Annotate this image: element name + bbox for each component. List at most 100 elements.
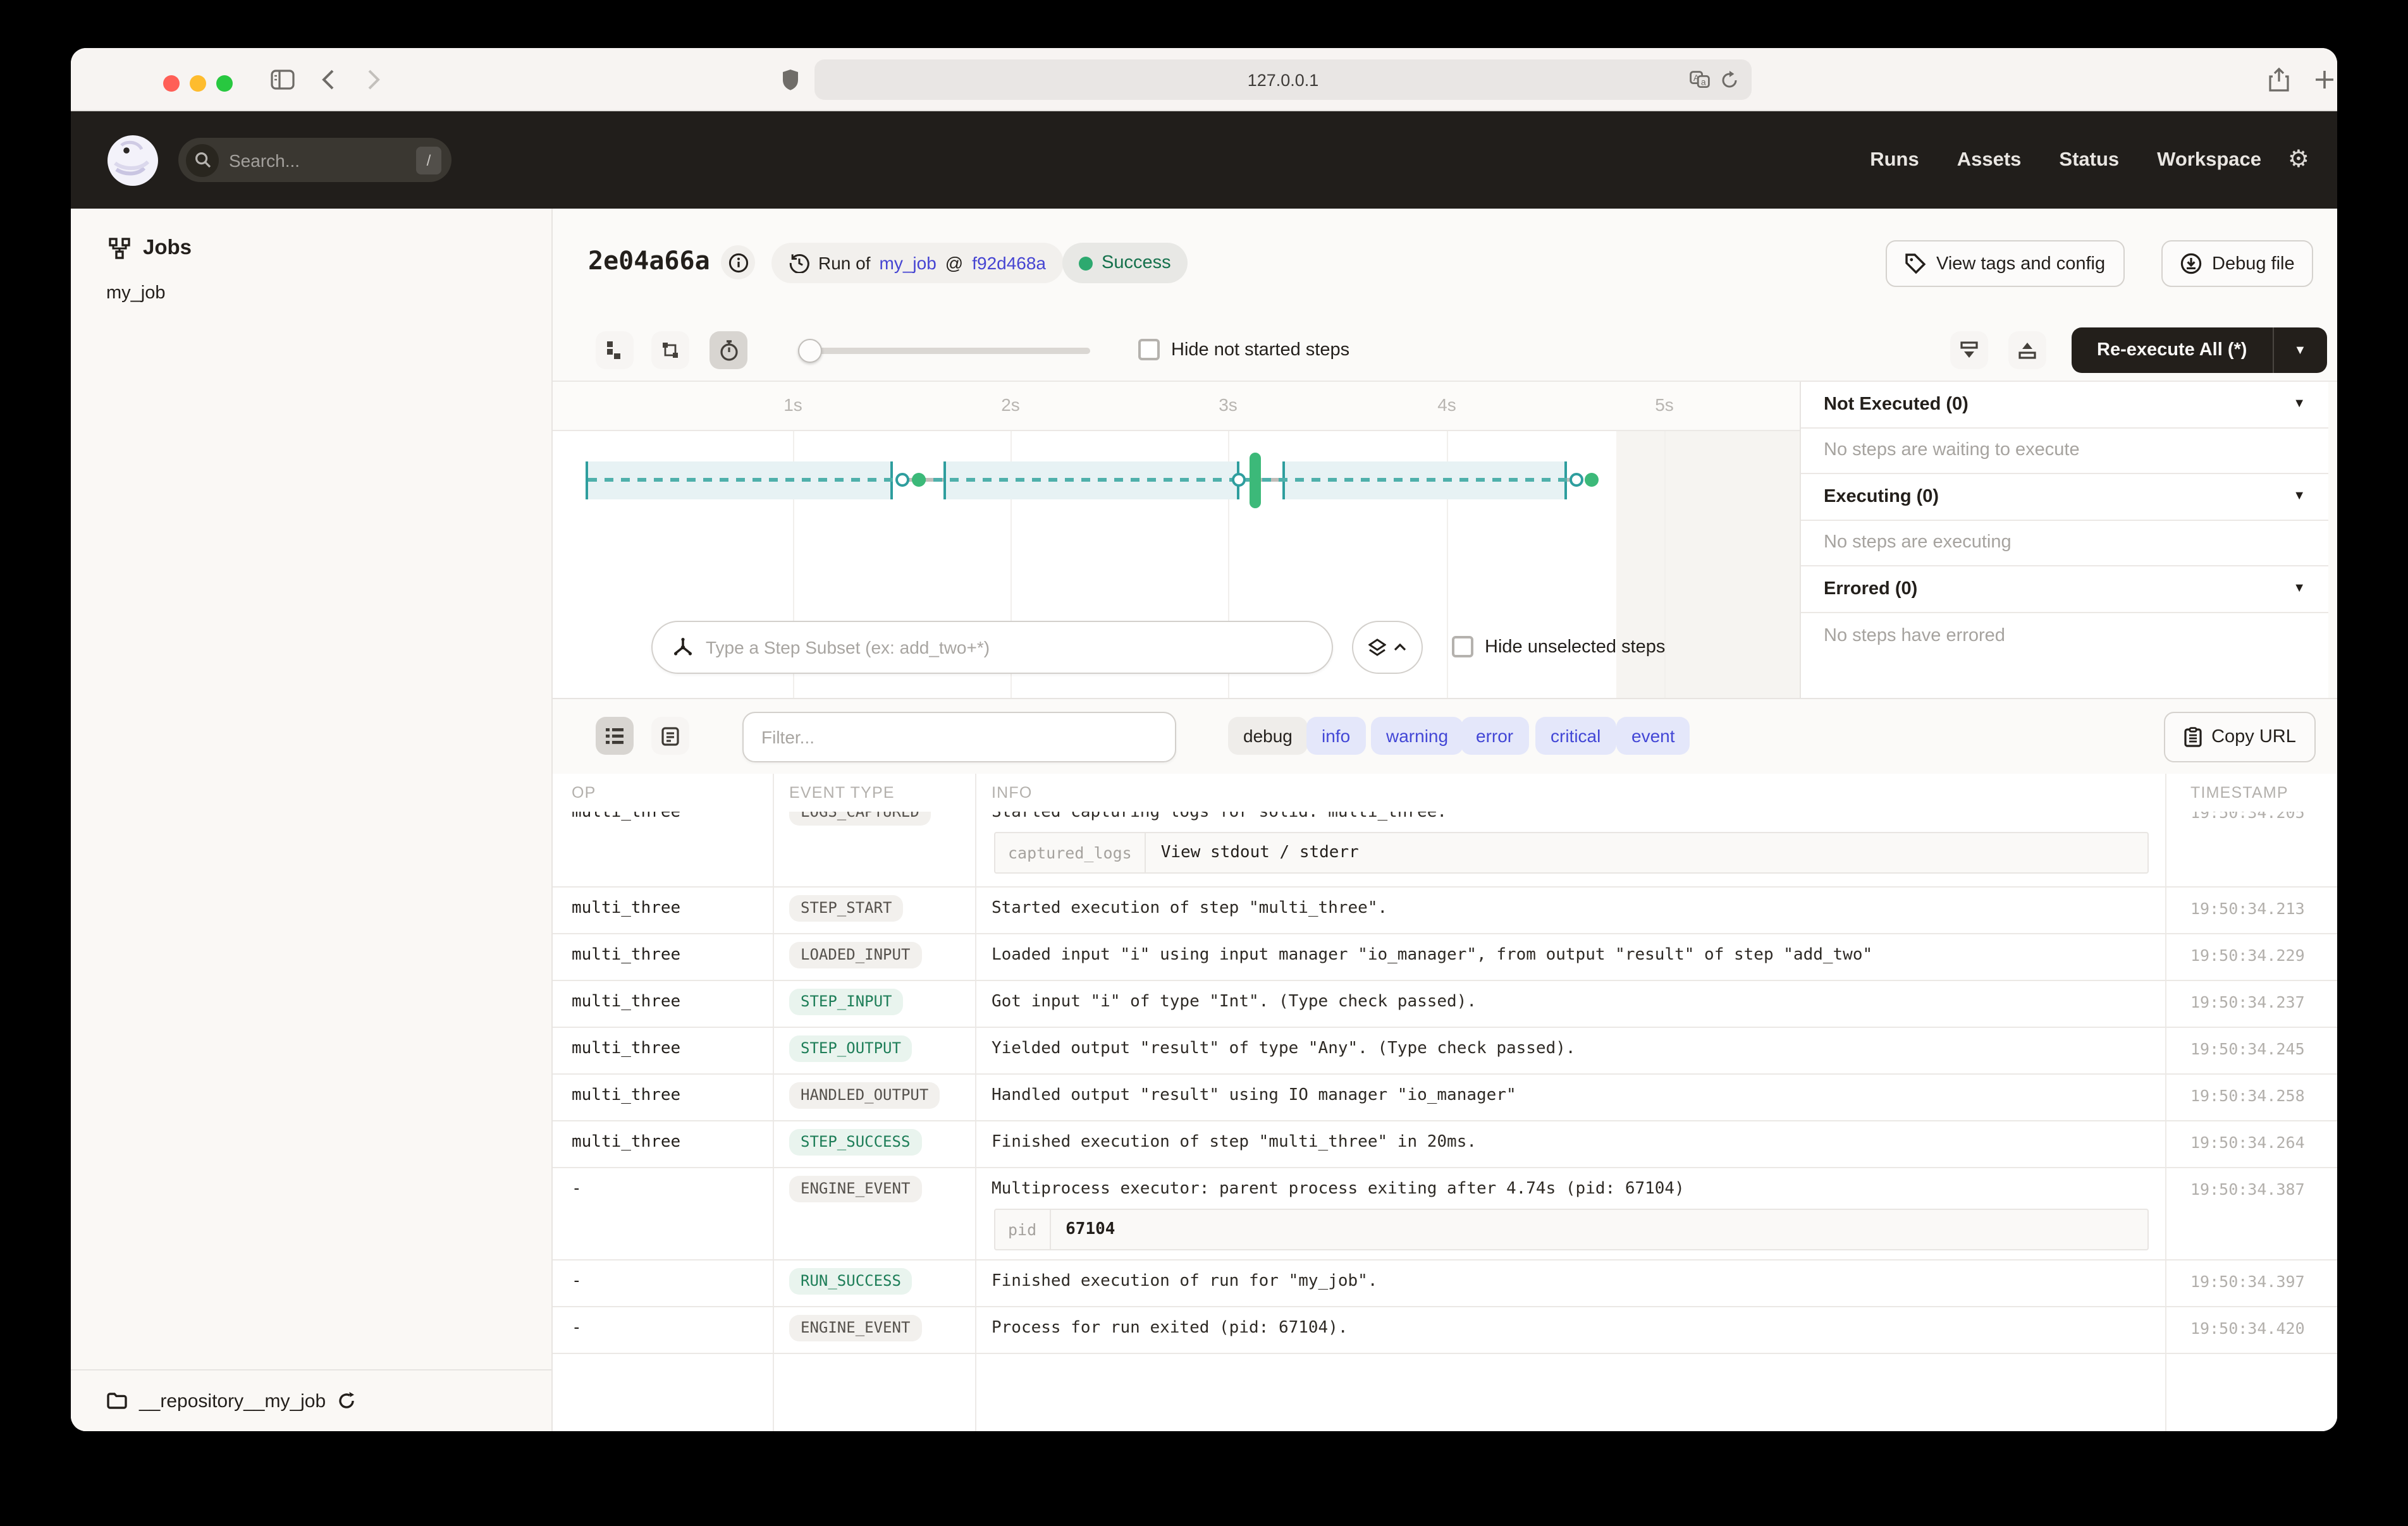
column-header-op[interactable]: OP: [553, 784, 773, 802]
metadata-key: captured_logs: [995, 833, 1146, 872]
hide-unselected-checkbox[interactable]: [1452, 636, 1473, 657]
share-icon[interactable]: [2269, 67, 2289, 91]
new-tab-icon[interactable]: [2314, 69, 2335, 89]
log-op: multi_three: [553, 812, 773, 822]
timed-view-button[interactable]: [710, 331, 747, 369]
debug-file-button[interactable]: Debug file: [2161, 240, 2314, 287]
level-filter-error[interactable]: error: [1461, 717, 1528, 755]
log-timestamp: 19:50:34.205: [2174, 812, 2337, 822]
zoom-window-button[interactable]: [216, 75, 233, 91]
log-op: multi_three: [553, 888, 773, 918]
level-filter-critical[interactable]: critical: [1535, 717, 1616, 755]
log-row[interactable]: - ENGINE_EVENT Multiprocess executor: pa…: [553, 1168, 2337, 1260]
run-page: 2e04a66a Run of my_job @ f92d468a: [553, 209, 2337, 1431]
log-info: Loaded input "i" using input manager "io…: [975, 934, 2174, 965]
back-button[interactable]: [321, 68, 335, 90]
log-op: multi_three: [553, 934, 773, 965]
step-subset-input[interactable]: Type a Step Subset (ex: add_two+*): [651, 621, 1333, 674]
status-label: Success: [1102, 253, 1171, 273]
log-metadata-table: captured_logs View stdout / stderr: [994, 832, 2149, 874]
hide-not-started-checkbox[interactable]: [1138, 339, 1160, 360]
commit-link[interactable]: f92d468a: [972, 253, 1046, 273]
log-table: OP EVENT TYPE INFO TIMESTAMP multi_three…: [553, 774, 2337, 1431]
structured-logs-button[interactable]: [651, 717, 689, 755]
level-filter-debug[interactable]: debug: [1228, 717, 1308, 755]
log-filter-input[interactable]: Filter...: [742, 712, 1176, 762]
log-row[interactable]: multi_three HANDLED_OUTPUT Handled outpu…: [553, 1075, 2337, 1121]
nav-runs[interactable]: Runs: [1870, 149, 1919, 171]
log-metadata-table: pid 67104: [994, 1209, 2149, 1250]
zoom-slider-knob[interactable]: [798, 339, 822, 363]
gantt-marker-bar[interactable]: [1250, 453, 1261, 508]
event-type-badge: ENGINE_EVENT: [789, 1176, 921, 1202]
log-row[interactable]: multi_three LOGS_CAPTURED Started captur…: [553, 812, 2337, 888]
chevron-down-icon: ▼: [2293, 398, 2306, 412]
dagster-logo-icon[interactable]: [106, 133, 159, 186]
refresh-icon[interactable]: [337, 1392, 355, 1410]
global-search-input[interactable]: Search... /: [178, 138, 452, 182]
reexecute-all-button[interactable]: Re-execute All (*): [2072, 327, 2273, 373]
panel-section-executing[interactable]: Executing (0) ▼: [1801, 474, 2328, 520]
column-header-event-type[interactable]: EVENT TYPE: [773, 784, 975, 802]
history-clock-icon: [789, 253, 809, 273]
run-of-label: Run of: [818, 253, 871, 273]
stage: 127.0.0.1 Aa: [0, 0, 2408, 1526]
level-filter-info[interactable]: info: [1306, 717, 1365, 755]
run-of-pill: Run of my_job @ f92d468a: [771, 243, 1064, 283]
repository-footer[interactable]: __repository__my_job: [71, 1369, 551, 1431]
copy-url-button[interactable]: Copy URL: [2164, 712, 2316, 762]
column-header-info[interactable]: INFO: [975, 784, 2174, 802]
column-header-timestamp[interactable]: TIMESTAMP: [2174, 784, 2337, 802]
collapse-all-button[interactable]: [1950, 331, 1988, 369]
jobs-icon: [109, 238, 130, 259]
close-window-button[interactable]: [163, 75, 180, 91]
panel-section-errored[interactable]: Errored (0) ▼: [1801, 566, 2328, 613]
sidebar-toggle-icon[interactable]: [271, 69, 295, 89]
axis-tick: 4s: [1437, 394, 1456, 415]
repository-name: __repository__my_job: [139, 1390, 326, 1412]
status-dot-icon: [1079, 256, 1093, 270]
address-bar[interactable]: 127.0.0.1 Aa: [814, 59, 1752, 100]
log-timestamp: 19:50:34.397: [2174, 1260, 2337, 1291]
nav-workspace[interactable]: Workspace: [2157, 149, 2261, 171]
level-filter-warning[interactable]: warning: [1371, 717, 1463, 755]
forward-button[interactable]: [367, 68, 381, 90]
job-link[interactable]: my_job: [880, 253, 937, 273]
axis-tick: 3s: [1219, 394, 1238, 415]
nav-status[interactable]: Status: [2059, 149, 2119, 171]
hide-not-started-label: Hide not started steps: [1171, 339, 1349, 360]
gantt-toolbar: Hide not started steps Re-execute All (*…: [553, 319, 2337, 382]
zoom-slider[interactable]: [801, 348, 1090, 354]
log-row[interactable]: - RUN_SUCCESS Finished execution of run …: [553, 1260, 2337, 1307]
panel-empty-text: No steps have errored: [1801, 613, 2328, 659]
log-row[interactable]: multi_three STEP_INPUT Got input "i" of …: [553, 981, 2337, 1028]
expand-all-button[interactable]: [2008, 331, 2046, 369]
log-row[interactable]: - ENGINE_EVENT Process for run exited (p…: [553, 1307, 2337, 1354]
panel-section-not-executed[interactable]: Not Executed (0) ▼: [1801, 382, 2328, 428]
level-filter-event[interactable]: event: [1616, 717, 1690, 755]
reexecute-dropdown-button[interactable]: ▼: [2273, 327, 2326, 373]
flat-view-button[interactable]: [596, 331, 634, 369]
reload-icon[interactable]: [1720, 70, 1739, 89]
graph-query-toggle-button[interactable]: [1352, 621, 1423, 674]
gantt-chart[interactable]: 1s 2s 3s 4s 5s: [553, 382, 1800, 698]
log-timestamp: 19:50:34.387: [2174, 1168, 2337, 1199]
log-row[interactable]: multi_three STEP_START Started execution…: [553, 888, 2337, 934]
log-row[interactable]: multi_three LOADED_INPUT Loaded input "i…: [553, 934, 2337, 981]
nav-assets[interactable]: Assets: [1957, 149, 2022, 171]
view-tags-config-button[interactable]: View tags and config: [1886, 240, 2124, 287]
log-row[interactable]: multi_three STEP_OUTPUT Yielded output "…: [553, 1028, 2337, 1075]
translate-icon[interactable]: Aa: [1690, 71, 1710, 89]
waterfall-view-button[interactable]: [651, 331, 689, 369]
log-row[interactable]: multi_three STEP_SUCCESS Finished execut…: [553, 1121, 2337, 1168]
panel-empty-text: No steps are waiting to execute: [1801, 428, 2328, 474]
minimize-window-button[interactable]: [190, 75, 206, 91]
unstructured-logs-button[interactable]: [596, 717, 634, 755]
axis-tick: 2s: [1001, 394, 1020, 415]
sidebar-item-my-job[interactable]: my_job: [71, 260, 551, 303]
info-icon[interactable]: [721, 245, 755, 279]
metadata-value[interactable]: View stdout / stderr: [1146, 833, 1374, 872]
event-type-badge: HANDLED_OUTPUT: [789, 1082, 940, 1109]
browser-window: 127.0.0.1 Aa: [71, 48, 2337, 1431]
gear-icon[interactable]: ⚙: [2288, 145, 2309, 174]
